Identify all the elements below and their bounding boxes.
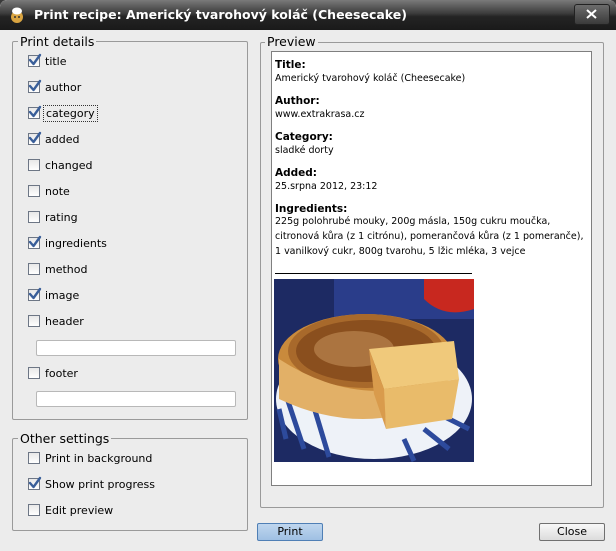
checkmark-icon (28, 53, 42, 66)
close-icon (586, 9, 597, 19)
detail-added-checkbox[interactable]: added (28, 131, 79, 147)
footer-input[interactable] (36, 391, 236, 407)
preview-title-value: Americký tvarohový koláč (Cheesecake) (275, 73, 466, 84)
checkbox-box[interactable] (28, 79, 42, 93)
preview-divider (275, 273, 472, 274)
checkbox-box[interactable] (28, 452, 40, 464)
detail-category-checkbox[interactable]: category (28, 104, 98, 122)
preview-author-heading: Author: (275, 95, 320, 107)
checkbox-box[interactable] (28, 287, 42, 301)
detail-rating-checkbox[interactable]: rating (28, 209, 78, 225)
checkbox-label: rating (45, 210, 78, 224)
detail-title-checkbox[interactable]: title (28, 53, 67, 69)
other-settings-legend: Other settings (18, 431, 112, 446)
setting-show-print-progress-checkbox[interactable]: Show print progress (28, 476, 155, 492)
checkbox-box[interactable] (28, 211, 40, 223)
checkbox-label: added (45, 132, 80, 146)
window-close-button[interactable] (574, 4, 610, 25)
detail-header-checkbox[interactable]: header (28, 313, 84, 329)
checkbox-box[interactable] (28, 315, 40, 327)
detail-footer-checkbox[interactable]: footer (28, 365, 78, 381)
window-title: Print recipe: Americký tvarohový koláč (… (34, 7, 407, 22)
checkbox-label: image (45, 288, 80, 302)
checkbox-label: changed (45, 158, 93, 172)
checkmark-icon (28, 79, 42, 92)
checkbox-label: ingredients (45, 236, 107, 250)
detail-ingredients-checkbox[interactable]: ingredients (28, 235, 107, 251)
recipe-photo (274, 279, 474, 462)
checkbox-box[interactable] (28, 53, 42, 67)
detail-method-checkbox[interactable]: method (28, 261, 87, 277)
setting-edit-preview-checkbox[interactable]: Edit preview (28, 502, 113, 518)
checkbox-box[interactable] (28, 131, 42, 145)
checkbox-box[interactable] (28, 476, 42, 490)
preview-title-heading: Title: (275, 59, 306, 71)
checkbox-label: footer (45, 366, 78, 380)
close-button[interactable]: Close (539, 523, 605, 541)
checkbox-label: Print in background (45, 451, 153, 465)
detail-changed-checkbox[interactable]: changed (28, 157, 92, 173)
preview-added-value: 25.srpna 2012, 23:12 (275, 181, 378, 192)
checkbox-label: note (45, 184, 70, 198)
detail-author-checkbox[interactable]: author (28, 79, 81, 95)
header-input[interactable] (36, 340, 236, 356)
checkbox-label: header (45, 314, 84, 328)
checkmark-icon (28, 105, 42, 118)
print-recipe-dialog: Print recipe: Americký tvarohový koláč (… (0, 0, 616, 551)
checkbox-label: category (43, 104, 98, 122)
preview-ingredients-value: 225g polohrubé mouky, 200g másla, 150g c… (275, 216, 584, 257)
checkbox-label: Show print progress (45, 477, 156, 491)
preview-legend: Preview (265, 34, 318, 49)
checkmark-icon (28, 235, 42, 248)
checkbox-box[interactable] (28, 263, 40, 275)
preview-category-heading: Category: (275, 131, 333, 143)
checkbox-label: method (45, 262, 88, 276)
checkbox-box[interactable] (28, 159, 40, 171)
title-bar[interactable]: Print recipe: Americký tvarohový koláč (… (0, 0, 616, 30)
checkbox-label: Edit preview (45, 503, 114, 517)
print-details-legend: Print details (18, 34, 97, 49)
checkbox-label: title (45, 54, 67, 68)
print-button[interactable]: Print (257, 523, 323, 541)
preview-category-value: sladké dorty (275, 145, 334, 156)
checkmark-icon (28, 476, 42, 489)
detail-image-checkbox[interactable]: image (28, 287, 79, 303)
preview-added-heading: Added: (275, 167, 317, 179)
checkbox-label: author (45, 80, 82, 94)
detail-note-checkbox[interactable]: note (28, 183, 70, 199)
checkbox-box[interactable] (28, 235, 42, 249)
checkbox-box[interactable] (28, 367, 40, 379)
preview-author-value: www.extrakrasa.cz (275, 109, 365, 120)
print-details-group (12, 41, 248, 420)
preview-pane[interactable]: Title: Americký tvarohový koláč (Cheesec… (271, 51, 592, 486)
checkmark-icon (28, 131, 42, 144)
checkbox-box[interactable] (28, 185, 40, 197)
checkmark-icon (28, 287, 42, 300)
checkbox-box[interactable] (28, 105, 42, 119)
checkbox-box[interactable] (28, 504, 40, 516)
setting-print-in-background-checkbox[interactable]: Print in background (28, 450, 152, 466)
chef-icon (11, 7, 23, 23)
